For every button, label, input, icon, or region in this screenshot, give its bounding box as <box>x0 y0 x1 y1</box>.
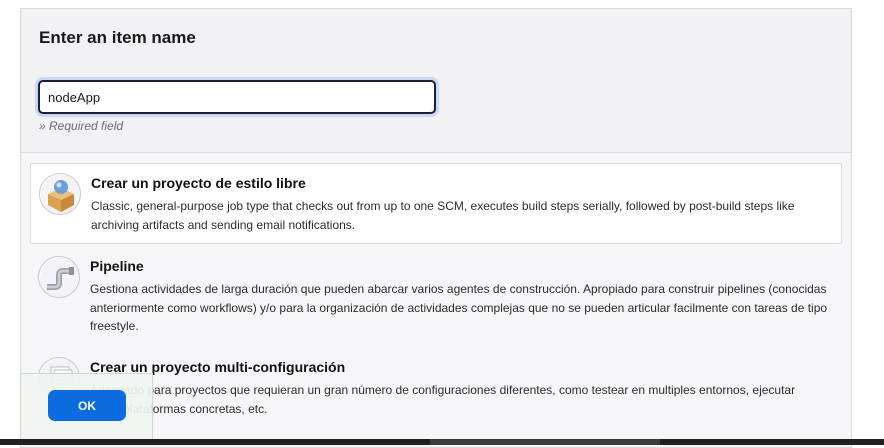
taskbar-segment <box>430 439 660 445</box>
item-type-title: Crear un proyecto multi-configuración <box>90 359 346 375</box>
item-type-title: Pipeline <box>90 258 144 274</box>
ok-button[interactable]: OK <box>48 390 126 421</box>
item-name-section: Enter an item name » Required field <box>21 9 851 153</box>
item-type-pipeline[interactable]: Pipeline Gestiona actividades de larga d… <box>30 247 842 345</box>
page-title: Enter an item name <box>39 28 196 47</box>
item-type-freestyle[interactable]: Crear un proyecto de estilo libre Classi… <box>30 163 842 244</box>
freestyle-box-icon <box>39 173 81 215</box>
item-name-input[interactable] <box>38 80 436 114</box>
item-type-title: Crear un proyecto de estilo libre <box>91 175 306 191</box>
item-type-description: Gestiona actividades de larga duración q… <box>90 282 828 333</box>
pipeline-icon <box>38 256 80 298</box>
item-type-description: Adecuado para proyectos que requieran un… <box>90 383 796 416</box>
item-type-description: Classic, general-purpose job type that c… <box>91 199 795 232</box>
required-field-hint: » Required field <box>39 119 124 133</box>
